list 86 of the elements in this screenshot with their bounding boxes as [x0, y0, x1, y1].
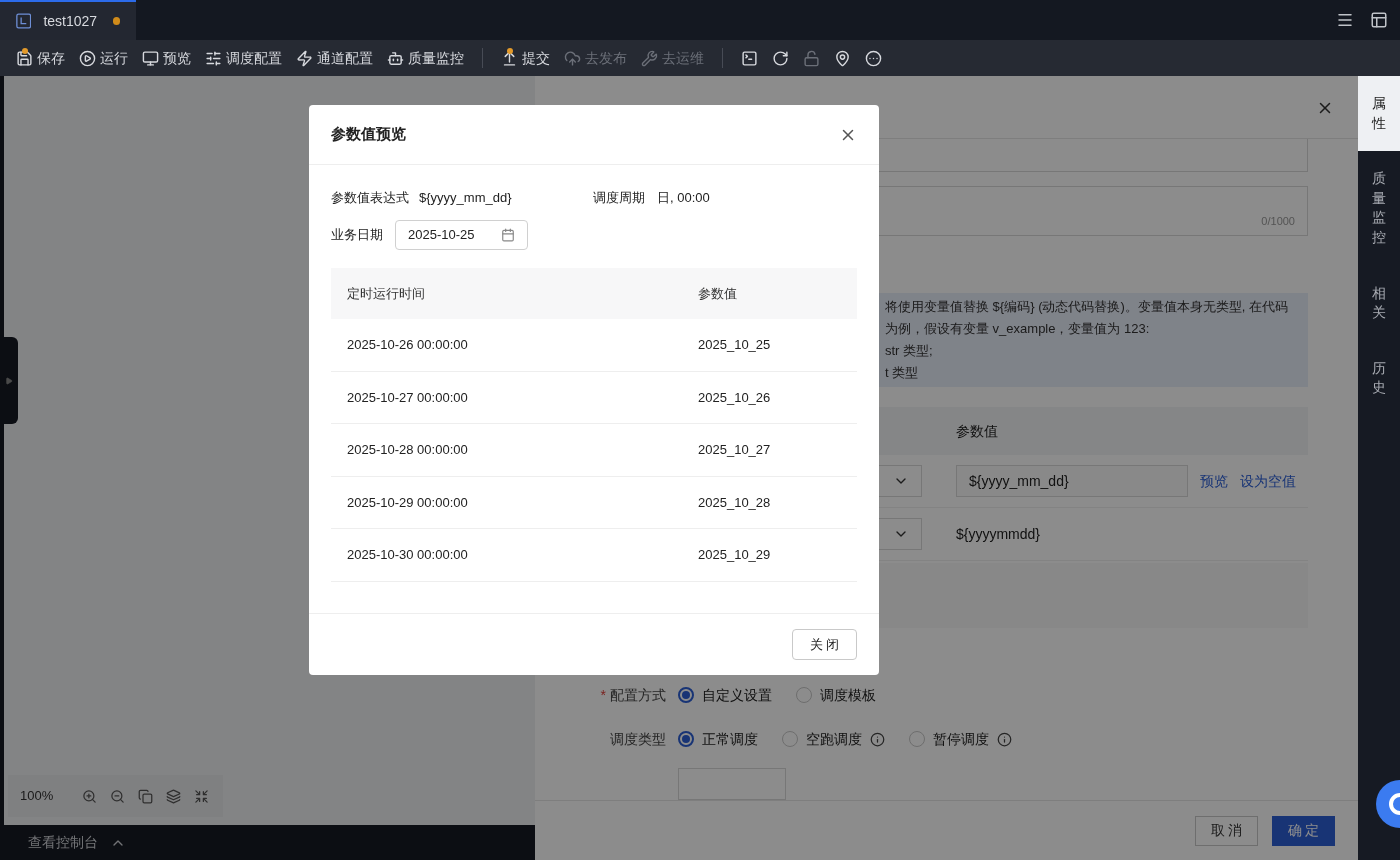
quality-monitor-button[interactable]: 质量监控: [387, 47, 464, 69]
cancel-button[interactable]: 取 消: [1195, 815, 1258, 846]
sidebar-tab[interactable]: 质量监控: [1358, 151, 1400, 266]
radio-label: 空跑调度: [806, 729, 862, 749]
sliders-icon: [205, 49, 222, 67]
table-cell-text: 2025-10-26 00:00:00: [347, 336, 469, 355]
save-button[interactable]: 保存: [16, 47, 65, 69]
sidebar-tab[interactable]: 相关: [1358, 265, 1400, 341]
confirm-button[interactable]: 确 定: [1272, 815, 1335, 846]
lightning-icon: [296, 49, 313, 67]
field-value: 日, 00:00: [657, 189, 710, 208]
cloud-upload-icon: [564, 49, 581, 67]
console-bar[interactable]: 查看控制台: [4, 825, 535, 860]
sidebar-tab[interactable]: 历史: [1358, 340, 1400, 416]
info-icon[interactable]: [870, 731, 885, 747]
preview-button[interactable]: 预览: [142, 47, 191, 69]
radio-button[interactable]: [678, 731, 694, 747]
param-value-field[interactable]: ${yyyy_mm_dd}: [956, 465, 1188, 497]
close-button[interactable]: 关 闭: [792, 629, 857, 660]
table-cell-text: 2025-10-30 00:00:00: [347, 546, 469, 565]
table-cell-text: 2025_10_29: [698, 546, 771, 565]
map-pin-icon: [834, 49, 851, 67]
monitor-icon: [142, 49, 159, 67]
robot-icon: [387, 49, 404, 67]
tab-title: test1027: [43, 11, 98, 31]
modal-title: 参数值预览: [331, 124, 406, 145]
file-icon: [16, 12, 32, 30]
wrench-icon: [641, 49, 658, 67]
channel-config-button[interactable]: 通道配置: [296, 47, 373, 69]
action-link[interactable]: 设为空值: [1240, 470, 1296, 492]
table-cell-text: 2025-10-29 00:00:00: [347, 493, 469, 512]
editor-tab[interactable]: test1027: [0, 0, 136, 40]
sidebar-tab[interactable]: 属性: [1358, 76, 1400, 152]
refresh-button[interactable]: [772, 49, 789, 67]
refresh-icon: [772, 49, 789, 67]
radio-label: 调度模板: [820, 685, 876, 705]
zoom-out-icon[interactable]: [110, 788, 126, 804]
radio-button[interactable]: [909, 731, 925, 747]
expand-icon: [5, 376, 13, 385]
radio-label: 暂停调度: [933, 729, 989, 749]
submit-button[interactable]: 提交: [501, 47, 550, 69]
info-text: 将使用变量值替换 ${编码} (动态代码替换)。变量值本身无类型, 在代码: [885, 298, 1289, 316]
schedule-config-button[interactable]: 调度配置: [205, 47, 282, 69]
layout-icon[interactable]: [1370, 11, 1388, 29]
column-header: 定时运行时间: [347, 284, 426, 303]
table-cell-text: 2025-10-28 00:00:00: [347, 441, 469, 460]
info-icon[interactable]: [997, 731, 1012, 747]
zoom-level: 100%: [20, 787, 54, 806]
save-icon: [16, 49, 33, 67]
action-link[interactable]: 预览: [1200, 470, 1228, 492]
field-label: 业务日期: [331, 226, 383, 245]
play-icon: [79, 49, 96, 67]
radio-button[interactable]: [796, 687, 812, 703]
table-cell-text: 2025_10_28: [698, 493, 771, 512]
radio-button[interactable]: [782, 731, 798, 747]
info-text: str 类型;: [885, 342, 933, 360]
table-cell-text: 2025_10_26: [698, 388, 771, 407]
copy-icon[interactable]: [138, 788, 154, 804]
date-field[interactable]: 2025-10-25: [395, 220, 528, 250]
form-label: 调度类型: [610, 729, 666, 749]
run-button[interactable]: 运行: [79, 47, 128, 69]
form-label: 配置方式: [610, 685, 666, 705]
info-text: t 类型: [885, 364, 919, 382]
unlock-icon: [803, 49, 820, 67]
zoom-in-icon[interactable]: [82, 788, 98, 804]
table-cell-text: 2025_10_25: [698, 336, 771, 355]
radio-button[interactable]: [678, 687, 694, 703]
column-header: 参数值: [698, 284, 737, 303]
field-label: 调度周期: [593, 189, 645, 208]
layers-icon[interactable]: [166, 788, 182, 804]
radio-label: 自定义设置: [702, 685, 772, 705]
required-mark: *: [600, 685, 606, 705]
info-text: 为例，假设有变量 v_example，变量值为 123:: [885, 320, 1150, 338]
calendar-icon: [501, 228, 515, 242]
field-value: ${yyyy_mm_dd}: [419, 189, 513, 208]
param-value: ${yyyymmdd}: [956, 524, 1041, 544]
terminal-button[interactable]: [741, 49, 758, 67]
radio-label: 正常调度: [702, 729, 758, 749]
table-cell-text: 2025-10-27 00:00:00: [347, 388, 469, 407]
more-button[interactable]: [865, 49, 882, 67]
more-icon: [865, 49, 882, 67]
fit-screen-icon[interactable]: [194, 788, 210, 804]
menu-icon[interactable]: [1336, 11, 1354, 29]
location-button[interactable]: [834, 49, 851, 67]
field-label: 参数值表达式: [331, 189, 409, 208]
terminal-icon: [741, 49, 758, 67]
